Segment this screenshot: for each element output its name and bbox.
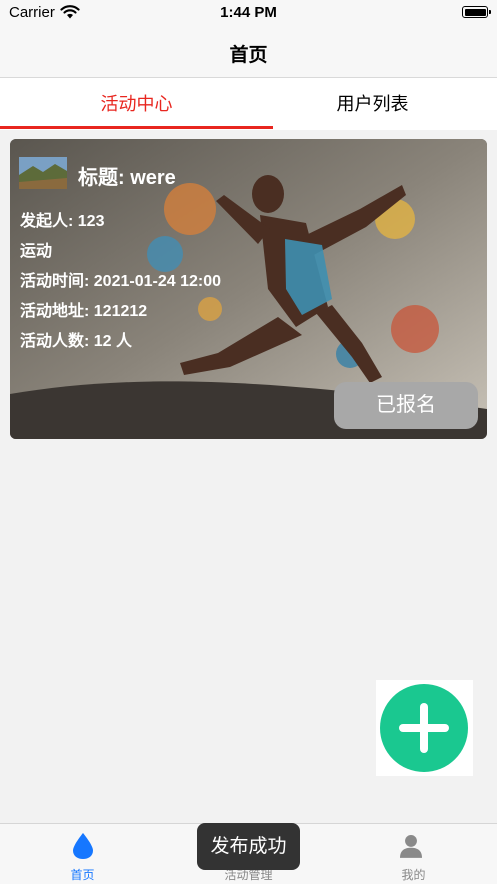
clock: 1:44 PM <box>220 4 277 21</box>
activity-thumbnail <box>19 157 67 189</box>
bottom-tab-home-label: 首页 <box>70 868 95 882</box>
active-tab-indicator <box>0 126 273 129</box>
activity-time: 活动时间: 2021-01-24 12:00 <box>20 273 221 290</box>
page-title: 首页 <box>229 45 268 66</box>
tab-user-list[interactable]: 用户列表 <box>248 78 497 130</box>
toast-message: 发布成功 <box>197 823 300 870</box>
water-drop-icon <box>73 833 93 859</box>
add-activity-button[interactable] <box>376 680 473 776</box>
activity-address: 活动地址: 121212 <box>20 303 148 320</box>
battery-icon <box>462 6 491 18</box>
activity-organizer: 发起人: 123 <box>20 213 105 230</box>
bottom-tab-mine[interactable]: 我的 <box>331 824 496 884</box>
bottom-tab-home[interactable]: 首页 <box>0 824 165 884</box>
activity-type: 运动 <box>20 243 53 260</box>
plus-icon <box>380 684 468 772</box>
status-bar: Carrier 1:44 PM <box>0 0 497 28</box>
person-icon <box>400 835 422 858</box>
activity-participant-count: 活动人数: 12 人 <box>20 333 133 350</box>
registered-button[interactable]: 已报名 <box>334 382 478 429</box>
activity-card[interactable]: 标题: were 发起人: 123 运动 活动时间: 2021-01-24 12… <box>10 139 487 439</box>
segment-tabs: 活动中心 用户列表 <box>0 78 497 130</box>
bottom-tab-mine-label: 我的 <box>401 868 426 882</box>
navigation-bar: 首页 <box>0 28 497 78</box>
tab-activity-center[interactable]: 活动中心 <box>0 78 273 130</box>
activity-title: 标题: were <box>78 167 176 189</box>
